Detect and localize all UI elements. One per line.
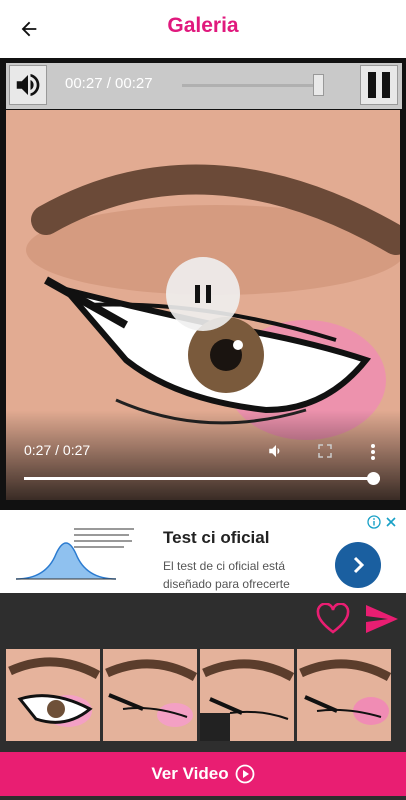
thumbnail-4[interactable] [297,649,391,741]
thumbnail-image [6,649,100,741]
pause-icon [368,72,390,98]
ad-next-button[interactable] [335,542,381,588]
send-icon[interactable] [364,603,400,635]
ad-description[interactable]: El test de ci oficial está diseñado para… [163,557,313,593]
bottom-time-readout: 0:27 / 0:27 [24,442,91,458]
thumbnail-2[interactable] [103,649,197,741]
ad-title[interactable]: Test ci oficial [163,528,269,548]
thumbnail-image [103,649,197,741]
heart-icon[interactable] [316,603,350,635]
top-time-readout: 00:27 / 00:27 [65,75,153,92]
info-icon[interactable] [367,515,381,529]
thumbnail-1[interactable] [6,649,100,741]
volume-button[interactable] [9,65,47,105]
ver-video-button[interactable]: Ver Video [0,752,406,796]
top-seek-thumb[interactable] [313,74,324,96]
app-header: Galeria [0,0,406,58]
speaker-icon [16,74,40,96]
ad-chart-image [6,524,146,586]
progress-thumb[interactable] [367,472,380,485]
more-vertical-icon[interactable] [370,443,376,461]
close-icon[interactable] [384,515,398,529]
pause-button-top[interactable] [360,65,398,105]
center-pause-button[interactable] [166,257,240,331]
chevron-right-icon [353,556,365,574]
progress-track[interactable] [24,477,380,480]
top-seek-track[interactable] [182,84,322,87]
play-circle-icon [235,764,254,784]
thumbnail-image [297,649,391,741]
thumbnail-3[interactable] [200,649,294,741]
pause-icon [195,285,211,303]
page-title: Galeria [167,14,239,37]
ver-video-label: Ver Video [151,764,229,783]
fullscreen-icon[interactable] [318,444,332,458]
thumbnail-image [200,649,294,741]
volume-icon[interactable] [266,442,286,460]
